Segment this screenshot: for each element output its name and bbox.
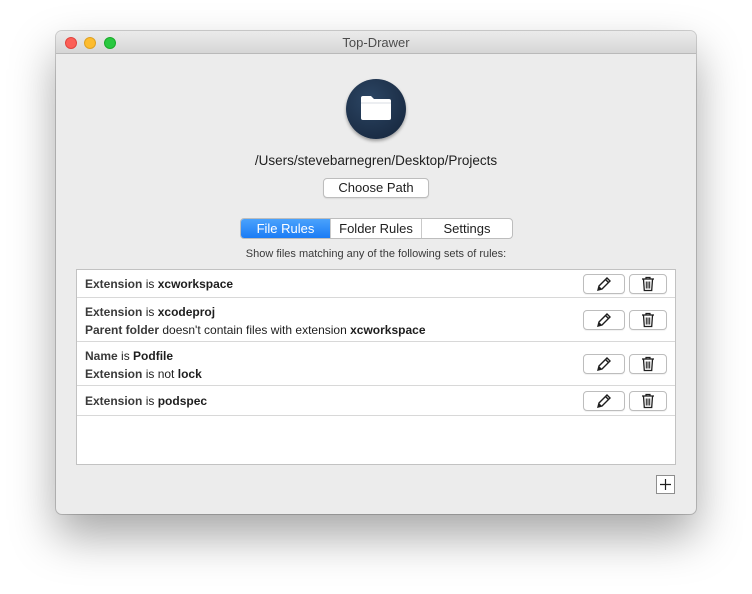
delete-rule-button[interactable] <box>629 354 667 374</box>
rule-value: xcodeproj <box>157 305 216 319</box>
rule-operator: doesn't contain files with extension <box>162 323 347 337</box>
tab-folder-rules[interactable]: Folder Rules <box>331 219 422 238</box>
choose-path-button[interactable]: Choose Path <box>323 178 429 198</box>
rule-operator: is <box>121 349 130 363</box>
edit-rule-button[interactable] <box>583 391 625 411</box>
rule-line: Extension is xcodeproj <box>85 303 426 321</box>
add-rule-button[interactable] <box>656 475 675 494</box>
title-bar[interactable]: Top-Drawer <box>56 31 696 54</box>
delete-rule-button[interactable] <box>629 274 667 294</box>
trash-icon <box>642 312 654 328</box>
rules-hint: Show files matching any of the following… <box>245 248 507 260</box>
rule-row[interactable]: Extension is podspec <box>77 386 675 416</box>
rule-field: Extension <box>85 394 143 408</box>
rule-value: lock <box>177 367 202 381</box>
trash-icon <box>642 356 654 372</box>
trash-icon <box>642 393 654 409</box>
rule-line: Parent folder doesn't contain files with… <box>85 321 426 339</box>
rule-field: Name <box>85 349 118 363</box>
edit-rule-button[interactable] <box>583 310 625 330</box>
rule-operator: is <box>145 277 155 291</box>
delete-rule-button[interactable] <box>629 310 667 330</box>
delete-rule-button[interactable] <box>629 391 667 411</box>
tab-file-rules[interactable]: File Rules <box>241 219 331 238</box>
pencil-icon <box>597 357 611 371</box>
rules-tab-control: File Rules Folder Rules Settings <box>240 218 513 239</box>
rule-line: Name is Podfile <box>85 347 202 365</box>
rule-operator: is not <box>145 367 175 381</box>
tab-settings[interactable]: Settings <box>422 219 512 238</box>
rule-row[interactable]: Name is Podfile Extension is not lock <box>77 342 675 386</box>
rule-field: Extension <box>85 305 143 319</box>
rule-value: podspec <box>157 394 208 408</box>
edit-rule-button[interactable] <box>583 354 625 374</box>
rule-line: Extension is podspec <box>85 392 207 410</box>
app-window: Top-Drawer /Users/stevebarnegren/Desktop… <box>56 31 696 514</box>
rule-row[interactable]: Extension is xcodeproj Parent folder doe… <box>77 298 675 342</box>
rule-value: xcworkspace <box>350 323 426 337</box>
window-title: Top-Drawer <box>342 35 410 50</box>
rule-row[interactable]: Extension is xcworkspace <box>77 270 675 298</box>
rule-value: Podfile <box>133 349 174 363</box>
rule-line: Extension is xcworkspace <box>85 275 233 293</box>
pencil-icon <box>597 277 611 291</box>
pencil-icon <box>597 394 611 408</box>
edit-rule-button[interactable] <box>583 274 625 294</box>
trash-icon <box>642 276 654 292</box>
plus-icon <box>660 479 671 490</box>
pencil-icon <box>597 313 611 327</box>
rule-field: Extension <box>85 277 143 291</box>
selected-path: /Users/stevebarnegren/Desktop/Projects <box>254 153 498 168</box>
rules-list[interactable]: Extension is xcworkspace Extension is xc… <box>76 269 676 465</box>
rule-operator: is <box>145 394 155 408</box>
rule-field: Extension <box>85 367 143 381</box>
folder-icon <box>346 79 406 139</box>
rule-operator: is <box>145 305 155 319</box>
rule-line: Extension is not lock <box>85 365 202 383</box>
rule-value: xcworkspace <box>157 277 234 291</box>
rule-field: Parent folder <box>85 323 160 337</box>
